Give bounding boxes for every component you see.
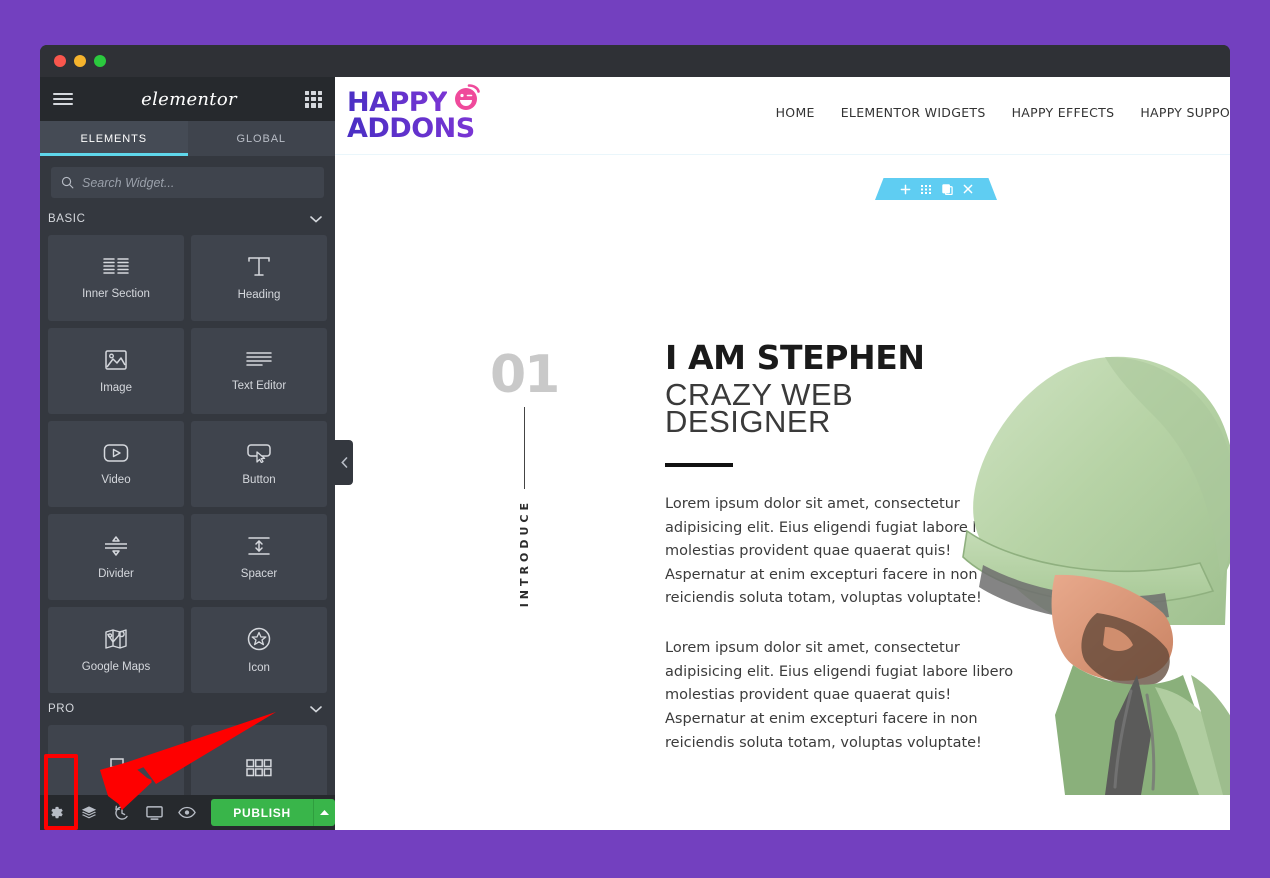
section-edit-toolbar — [875, 178, 997, 200]
close-icon[interactable] — [963, 184, 973, 194]
hero-vertical-label: INTRODUCE — [517, 499, 531, 608]
widget-grid-basic: Inner Section Heading Image Text Editor … — [40, 235, 335, 693]
chevron-down-icon — [310, 215, 322, 223]
window-maximize-button[interactable] — [94, 55, 106, 67]
elementor-wordmark: elementor — [141, 88, 237, 110]
star-icon — [247, 627, 271, 650]
menu-hamburger-icon[interactable] — [53, 93, 73, 105]
widget-label: Button — [242, 473, 276, 486]
widget-label: Icon — [248, 661, 270, 674]
button-icon — [247, 443, 271, 463]
search-box[interactable] — [51, 167, 324, 198]
divider-icon — [105, 535, 127, 556]
hero-rule — [665, 462, 733, 467]
widget-label: Spacer — [240, 567, 278, 580]
widget-video[interactable]: Video — [48, 421, 184, 507]
vertical-divider-line — [523, 407, 525, 489]
site-nav: HOME ELEMENTOR WIDGETS HAPPY EFFECTS HAP… — [776, 105, 1230, 120]
caret-up-icon — [319, 810, 329, 815]
video-icon — [103, 443, 129, 462]
window-minimize-button[interactable] — [74, 55, 86, 67]
widget-inner-section[interactable]: Inner Section — [48, 235, 184, 321]
happy-face-icon — [455, 84, 480, 110]
image-icon — [105, 349, 127, 370]
happy-addons-logo[interactable]: HAPPY ADDONS — [347, 84, 481, 144]
inner-section-icon — [103, 257, 129, 274]
widget-label: Inner Section — [82, 287, 150, 300]
publish-options-button[interactable] — [312, 799, 336, 826]
nav-item-elementor-widgets[interactable]: ELEMENTOR WIDGETS — [841, 105, 986, 120]
spacer-icon — [248, 536, 270, 555]
tab-elements-label: ELEMENTS — [80, 132, 147, 145]
widget-heading[interactable]: Heading — [191, 235, 327, 321]
search-icon — [61, 176, 74, 189]
window-close-button[interactable] — [54, 55, 66, 67]
widget-label: Image — [100, 381, 132, 394]
category-basic-label: BASIC — [48, 213, 86, 225]
nav-item-happy-support[interactable]: HAPPY SUPPO — [1140, 105, 1230, 120]
add-section-icon[interactable] — [900, 184, 911, 195]
drag-section-icon[interactable] — [920, 184, 932, 194]
widget-label: Divider — [98, 567, 134, 580]
widget-label: Heading — [237, 288, 281, 301]
text-editor-icon — [246, 351, 272, 366]
editor-canvas: HAPPY ADDONS HOME ELEMENTOR WIDGETS HAPP… — [335, 77, 1230, 830]
hero-section: 01 INTRODUCE I AM STEPHEN CRAZY WEB DESI… — [335, 155, 1230, 815]
apps-grid-icon[interactable] — [305, 90, 322, 108]
window-titlebar — [40, 45, 1230, 77]
chevron-left-icon — [340, 457, 347, 468]
widget-label: Google Maps — [81, 660, 151, 673]
search-input[interactable] — [82, 175, 314, 190]
duplicate-section-icon[interactable] — [941, 183, 953, 195]
tab-global-label: GLOBAL — [236, 132, 286, 145]
panel-header: elementor — [40, 77, 335, 121]
nav-item-happy-effects[interactable]: HAPPY EFFECTS — [1012, 105, 1115, 120]
site-header: HAPPY ADDONS HOME ELEMENTOR WIDGETS HAPP… — [335, 77, 1230, 155]
chevron-down-icon — [310, 705, 322, 713]
category-basic[interactable]: BASIC — [40, 203, 335, 235]
search-widget-container — [40, 156, 335, 203]
nav-item-home[interactable]: HOME — [776, 105, 815, 120]
panel-tabs: ELEMENTS GLOBAL — [40, 121, 335, 156]
tab-elements[interactable]: ELEMENTS — [40, 121, 188, 156]
google-maps-icon — [105, 628, 127, 649]
widget-label: Video — [101, 473, 131, 486]
logo-line-2: ADDONS — [347, 112, 475, 144]
logo-line-1: HAPPY — [347, 86, 448, 118]
widget-text-editor[interactable]: Text Editor — [191, 328, 327, 414]
panel-scroll-area: BASIC — [40, 156, 335, 795]
widget-label: Text Editor — [231, 379, 287, 392]
annotation-highlight-box — [44, 754, 78, 830]
tab-global[interactable]: GLOBAL — [188, 121, 336, 156]
heading-icon — [248, 256, 270, 276]
widget-icon[interactable]: Icon — [191, 607, 327, 693]
hero-number: 01 — [490, 345, 560, 405]
hero-number-column: 01 INTRODUCE — [490, 345, 560, 608]
widget-divider[interactable]: Divider — [48, 514, 184, 600]
widget-button[interactable]: Button — [191, 421, 327, 507]
widget-image[interactable]: Image — [48, 328, 184, 414]
panel-collapse-handle[interactable] — [335, 440, 353, 485]
widget-google-maps[interactable]: Google Maps — [48, 607, 184, 693]
hero-photo — [962, 356, 1230, 795]
widget-spacer[interactable]: Spacer — [191, 514, 327, 600]
